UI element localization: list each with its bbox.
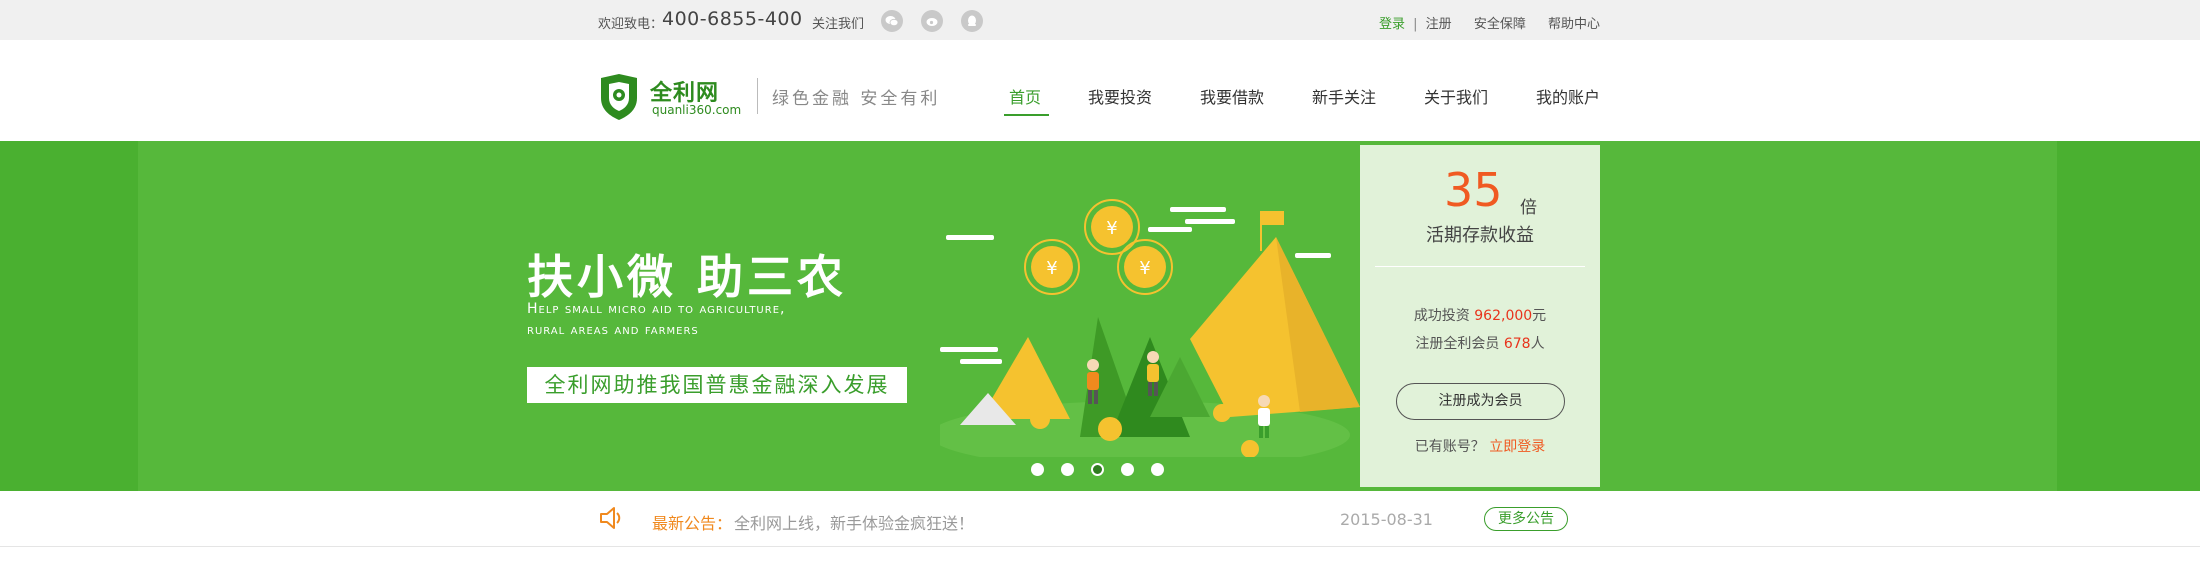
nav-newbie[interactable]: 新手关注	[1312, 84, 1376, 108]
banner-subtitle-line2: rural areas and farmers	[527, 322, 699, 338]
has-account-row: 已有账号？ 立即登录	[1360, 436, 1600, 456]
wechat-icon[interactable]	[881, 10, 903, 32]
register-link[interactable]: 注册	[1426, 13, 1452, 32]
qq-icon[interactable]	[961, 10, 983, 32]
security-link[interactable]: 安全保障	[1474, 13, 1526, 32]
link-separator: |	[1413, 17, 1418, 32]
nav-active-indicator	[1004, 114, 1049, 116]
coin-icon: ¥	[1024, 239, 1080, 295]
coin-icon: ¥	[1084, 199, 1140, 255]
notice-bar: 最新公告： 全利网上线，新手体验金疯狂送！ 2015-08-31 更多公告	[0, 491, 2200, 547]
login-now-link[interactable]: 立即登录	[1489, 439, 1545, 455]
logo-divider	[757, 78, 758, 114]
follow-us-label: 关注我们	[812, 17, 865, 32]
invest-label: 成功投资	[1413, 308, 1475, 324]
weibo-icon[interactable]	[921, 10, 943, 32]
rate-number: 35	[1444, 163, 1503, 217]
site-header: 全利网 quanli360.com 绿色金融 安全有利 首页 我要投资 我要借款…	[0, 40, 2200, 141]
carousel-dot[interactable]	[1121, 463, 1134, 476]
carousel-dot-active[interactable]	[1091, 463, 1104, 476]
welcome-text: 欢迎致电：	[598, 17, 664, 32]
rate-label: 活期存款收益	[1426, 225, 1534, 246]
carousel-dot[interactable]	[1151, 463, 1164, 476]
invest-unit: 元	[1532, 308, 1547, 324]
register-member-button[interactable]: 注册成为会员	[1396, 383, 1565, 420]
slogan: 绿色金融 安全有利	[772, 89, 941, 109]
logo-domain: quanli360.com	[652, 103, 742, 117]
notice-label: 最新公告：	[652, 514, 733, 533]
more-notices-button[interactable]: 更多公告	[1484, 507, 1568, 531]
notice-text[interactable]: 全利网上线，新手体验金疯狂送！	[734, 510, 974, 534]
login-link[interactable]: 登录	[1379, 13, 1405, 32]
coin-symbol: ¥	[1139, 258, 1150, 279]
nav-invest[interactable]: 我要投资	[1088, 84, 1152, 108]
panel-divider	[1375, 266, 1585, 267]
promo-panel: 35 倍 活期存款收益 成功投资 962,000元 注册全利会员 678人 注册…	[1360, 145, 1600, 487]
banner-subtitle-line1: Help small micro aid to agriculture,	[527, 301, 786, 317]
banner-tagline: 全利网助推我国普惠金融深入发展	[527, 367, 907, 403]
coin-symbol: ¥	[1106, 218, 1117, 239]
notice-date: 2015-08-31	[1340, 510, 1433, 529]
invest-value: 962,000	[1474, 308, 1533, 324]
hero-banner[interactable]: 扶小微 助三农 Help small micro aid to agricult…	[0, 141, 2200, 491]
nav-about[interactable]: 关于我们	[1424, 84, 1488, 108]
members-label: 注册全利会员	[1415, 336, 1504, 352]
carousel-dot[interactable]	[1061, 463, 1074, 476]
banner-illustration: ¥ ¥ ¥	[940, 199, 1360, 457]
top-links: 登录 | 注册 安全保障 帮助中心	[1379, 13, 1600, 32]
members-unit: 人	[1530, 336, 1545, 352]
coin-symbol: ¥	[1046, 258, 1057, 279]
invest-stat: 成功投资 962,000元	[1360, 305, 1600, 325]
carousel-dot[interactable]	[1031, 463, 1044, 476]
members-value: 678	[1503, 336, 1531, 352]
nav-home[interactable]: 首页	[1009, 84, 1041, 108]
members-stat: 注册全利会员 678人	[1360, 333, 1600, 353]
nav-borrow[interactable]: 我要借款	[1200, 84, 1264, 108]
help-center-link[interactable]: 帮助中心	[1548, 13, 1600, 32]
has-account-text: 已有账号？	[1414, 439, 1490, 455]
hotline-number: 400-6855-400	[662, 8, 803, 30]
rate-unit: 倍	[1520, 198, 1537, 218]
coin-icon: ¥	[1117, 239, 1173, 295]
banner-title: 扶小微 助三农	[527, 250, 848, 304]
logo-shield-icon[interactable]	[598, 74, 640, 124]
nav-account[interactable]: 我的账户	[1536, 84, 1600, 108]
top-bar: 欢迎致电： 400-6855-400 关注我们 登录 | 注册 安全保障 帮助中…	[0, 0, 2200, 40]
speaker-icon	[598, 504, 624, 536]
